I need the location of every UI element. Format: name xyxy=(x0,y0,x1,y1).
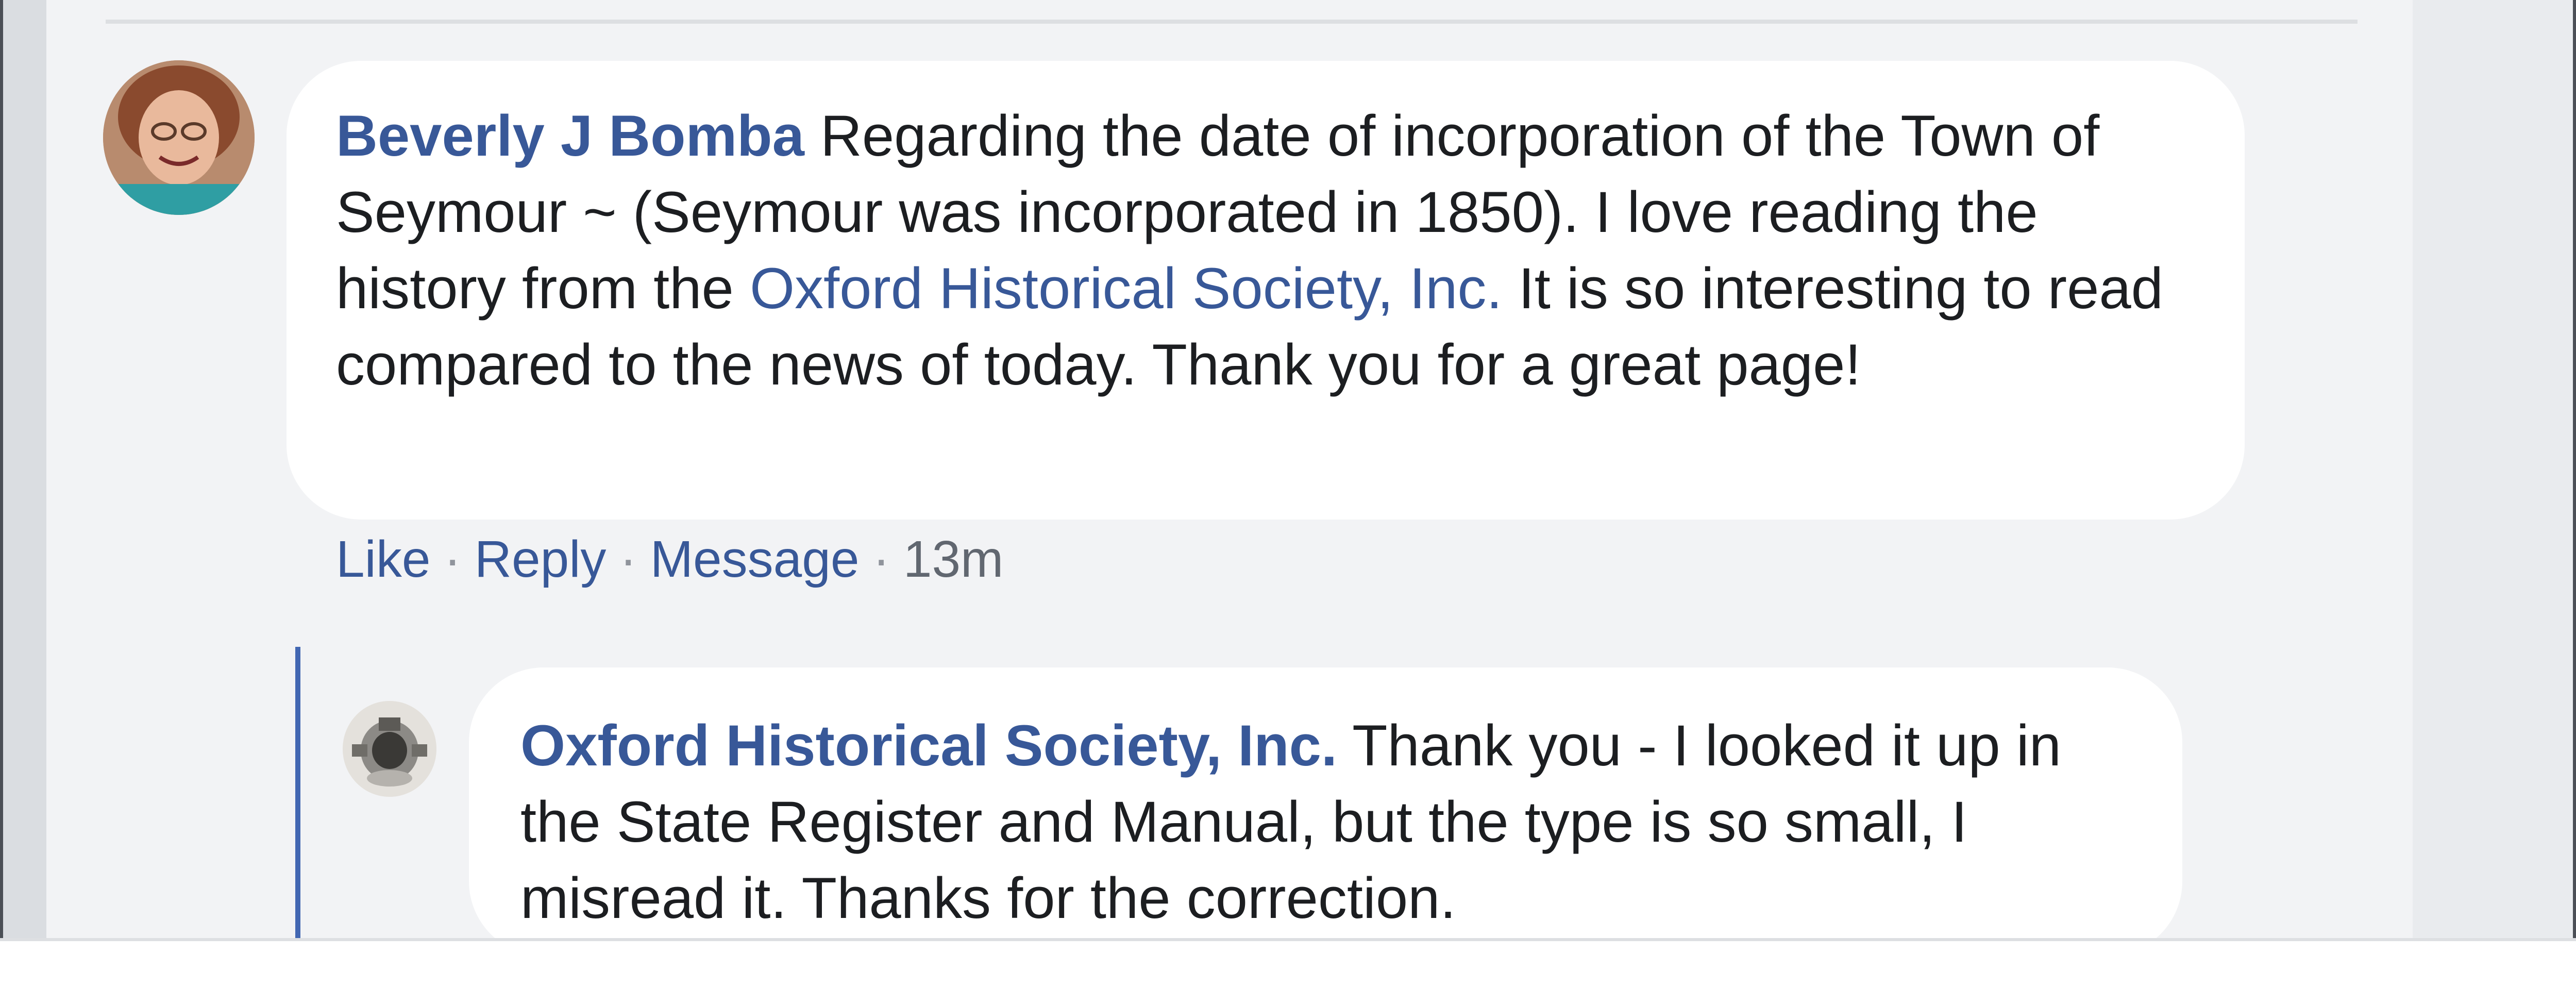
separator: · xyxy=(872,530,890,588)
reply-bubble: Oxford Historical Society, Inc. Thank yo… xyxy=(469,667,2182,956)
window-border-left xyxy=(0,0,3,1003)
reply-link[interactable]: Reply xyxy=(475,530,607,588)
comment-author-link[interactable]: Beverly J Bomba xyxy=(336,104,804,168)
reply-avatar[interactable] xyxy=(343,701,436,797)
window-frame-left xyxy=(0,0,46,1003)
like-link[interactable]: Like xyxy=(336,530,430,588)
comment-bubble: Beverly J Bomba Regarding the date of in… xyxy=(287,61,2245,520)
reply-thread-line xyxy=(295,647,300,938)
divider xyxy=(106,20,2358,24)
bottom-bar xyxy=(0,938,2576,1003)
comment-actions: Like · Reply · Message · 13m xyxy=(336,526,1003,593)
page-avatar-icon xyxy=(343,701,436,797)
person-avatar-icon xyxy=(103,60,255,215)
reply-author-link[interactable]: Oxford Historical Society, Inc. xyxy=(520,713,1337,778)
commenter-avatar[interactable] xyxy=(103,60,255,215)
message-link[interactable]: Message xyxy=(650,530,860,588)
window-frame-right xyxy=(2413,0,2576,1003)
separator: · xyxy=(444,530,461,588)
separator: · xyxy=(619,530,637,588)
timestamp-link[interactable]: 13m xyxy=(903,530,1004,588)
window-border-right xyxy=(2573,0,2576,1003)
mention-link[interactable]: Oxford Historical Society, Inc. xyxy=(750,256,1503,321)
